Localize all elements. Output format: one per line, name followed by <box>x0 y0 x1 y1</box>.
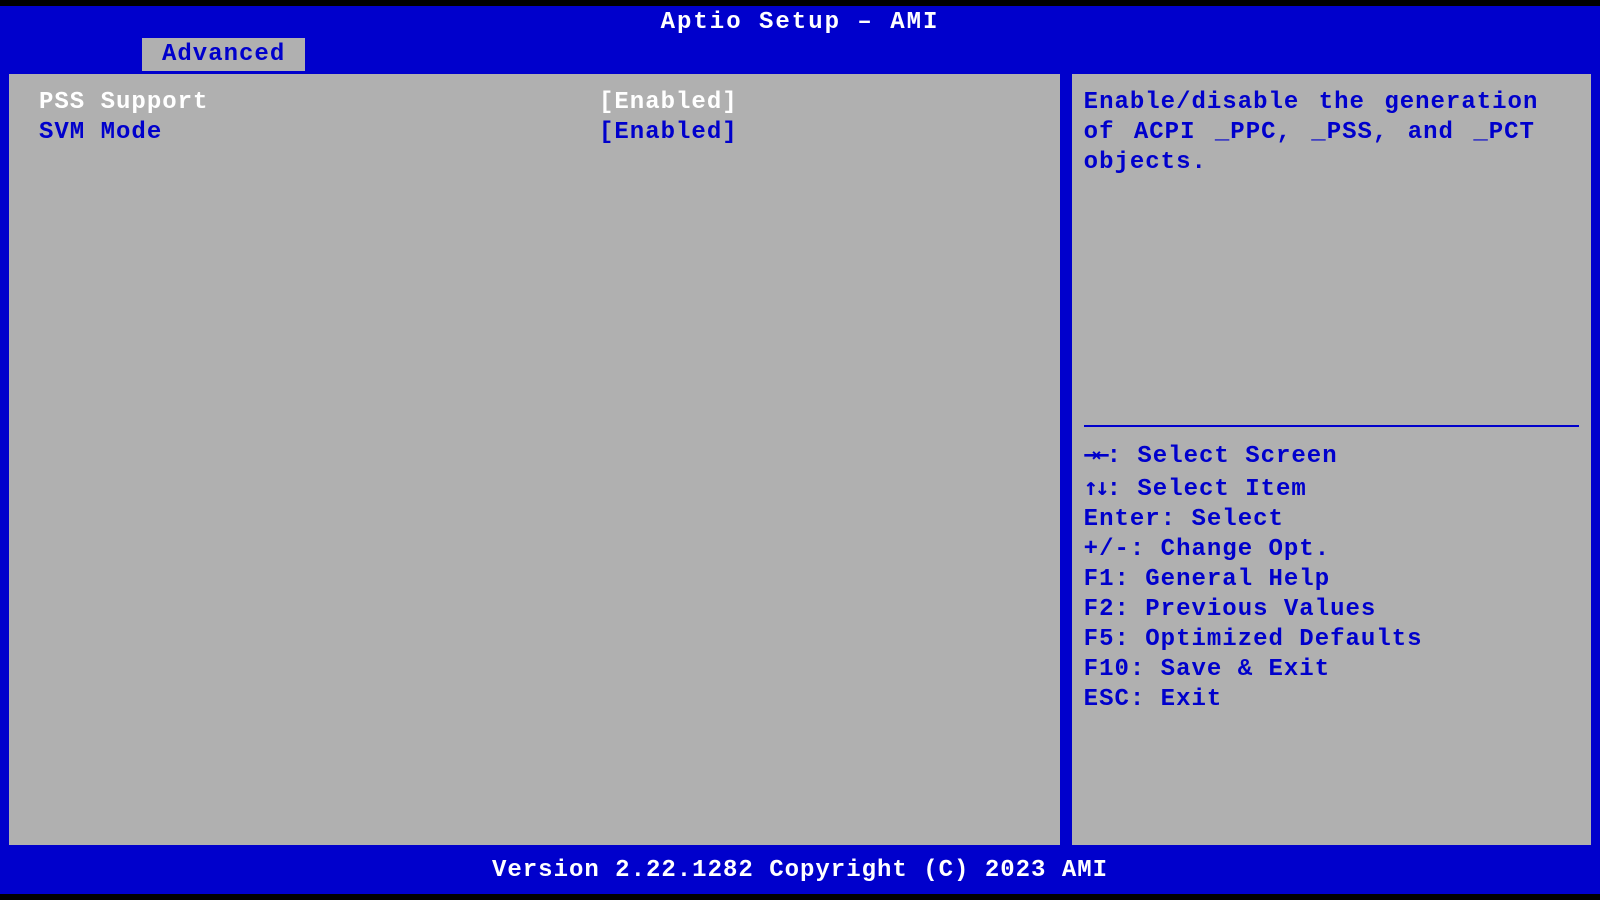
key-esc: ESC: Exit <box>1084 685 1579 715</box>
tab-label: Advanced <box>162 41 285 68</box>
option-label: SVM Mode <box>39 118 599 148</box>
title-text: Aptio Setup – AMI <box>661 9 940 36</box>
option-pss-support[interactable]: PSS Support [Enabled] <box>39 88 1030 118</box>
key-enter: Enter: Select <box>1084 505 1579 535</box>
screen-border-bottom <box>0 894 1600 900</box>
footer: Version 2.22.1282 Copyright (C) 2023 AMI <box>0 854 1600 894</box>
key-f1: F1: General Help <box>1084 565 1579 595</box>
help-panel: Enable/disable the generation of ACPI _P… <box>1069 71 1594 848</box>
tab-advanced[interactable]: Advanced <box>140 36 307 71</box>
arrows-up-down-icon: ↑↓ <box>1084 472 1107 502</box>
option-value: [Enabled] <box>599 118 1030 148</box>
tab-bar: Advanced <box>0 39 1600 71</box>
main-body: PSS Support [Enabled] SVM Mode [Enabled]… <box>0 71 1600 854</box>
page-title: Aptio Setup – AMI <box>0 6 1600 39</box>
key-f10: F10: Save & Exit <box>1084 655 1579 685</box>
key-legend: →←: Select Screen ↑↓: Select Item Enter:… <box>1084 439 1579 715</box>
key-text: : Select Screen <box>1107 443 1338 470</box>
help-text: Enable/disable the generation of ACPI _P… <box>1084 88 1579 178</box>
key-select-screen: →←: Select Screen <box>1084 439 1579 472</box>
key-select-item: ↑↓: Select Item <box>1084 472 1579 505</box>
divider <box>1084 425 1579 427</box>
option-value: [Enabled] <box>599 88 1030 118</box>
options-panel[interactable]: PSS Support [Enabled] SVM Mode [Enabled] <box>6 71 1063 848</box>
arrows-left-right-icon: →← <box>1084 439 1107 469</box>
key-f5: F5: Optimized Defaults <box>1084 625 1579 655</box>
key-f2: F2: Previous Values <box>1084 595 1579 625</box>
spacer <box>1084 178 1579 413</box>
option-label: PSS Support <box>39 88 599 118</box>
key-text: : Select Item <box>1107 476 1307 503</box>
option-svm-mode[interactable]: SVM Mode [Enabled] <box>39 118 1030 148</box>
footer-text: Version 2.22.1282 Copyright (C) 2023 AMI <box>492 857 1108 884</box>
key-change-opt: +/-: Change Opt. <box>1084 535 1579 565</box>
